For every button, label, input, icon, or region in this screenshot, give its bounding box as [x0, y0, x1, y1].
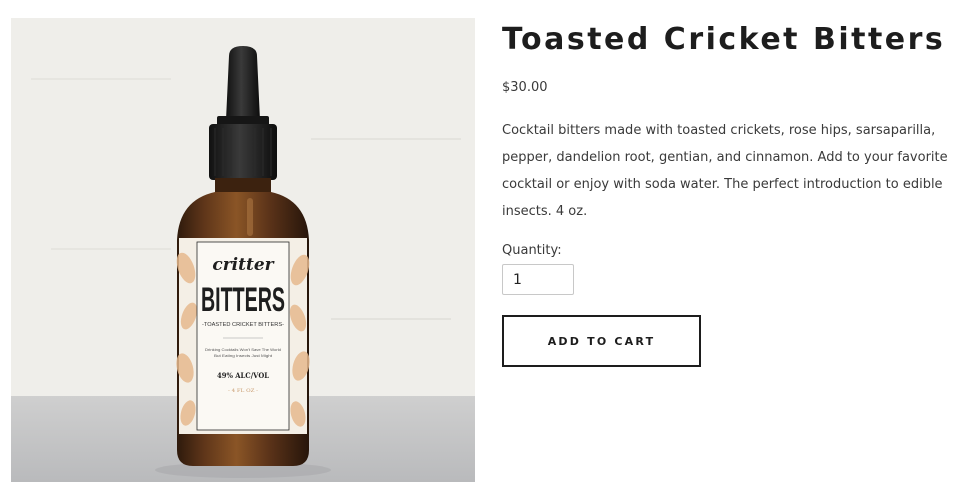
label-brand-top: critter: [212, 255, 274, 275]
label-abv: 49% ALC/VOL: [217, 371, 269, 380]
label-volume: - 4 FL OZ -: [228, 388, 258, 394]
product-description: Cocktail bitters made with toasted crick…: [502, 123, 948, 219]
label-subtitle: -TOASTED CRICKET BITTERS-: [202, 322, 284, 328]
product-price: $30.00: [502, 80, 548, 95]
label-fine-print-1: Drinking Cocktails Won't Save The World: [205, 348, 281, 352]
quantity-input[interactable]: [502, 264, 574, 295]
label-brand-main: BITTERS: [201, 281, 285, 319]
quantity-label: Quantity:: [502, 243, 562, 258]
add-to-cart-button[interactable]: ADD TO CART: [502, 315, 701, 367]
bitters-bottle-image: critter BITTERS -TOASTED CRICKET BITTERS…: [11, 18, 475, 482]
product-title: Toasted Cricket Bitters: [502, 22, 946, 57]
label-fine-print-2: But Eating Insects Just Might: [214, 354, 272, 358]
product-photo: critter BITTERS -TOASTED CRICKET BITTERS…: [11, 18, 475, 482]
